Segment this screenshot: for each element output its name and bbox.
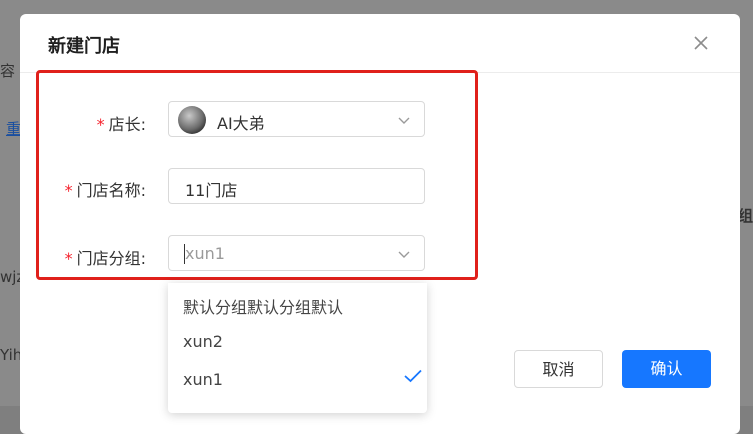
confirm-button[interactable]: 确认 [622, 350, 711, 388]
background-text-fragment: 组 [738, 207, 753, 225]
store-group-dropdown: 默认分组默认分组默认 xun2 xun1 [168, 283, 427, 413]
dialog-header: 新建门店 [20, 14, 740, 73]
dropdown-option[interactable]: 默认分组默认分组默认 [183, 294, 343, 318]
dropdown-option-selected[interactable]: xun1 [183, 370, 223, 389]
dialog-title: 新建门店 [48, 36, 120, 57]
cancel-button[interactable]: 取消 [514, 350, 603, 388]
dropdown-option[interactable]: xun2 [183, 332, 223, 351]
close-icon[interactable] [692, 34, 710, 52]
annotation-highlight-box [36, 70, 478, 280]
checkmark-icon [404, 369, 422, 383]
background-text-fragment: 容 [0, 62, 16, 80]
background-text-fragment: Yih [0, 346, 23, 364]
